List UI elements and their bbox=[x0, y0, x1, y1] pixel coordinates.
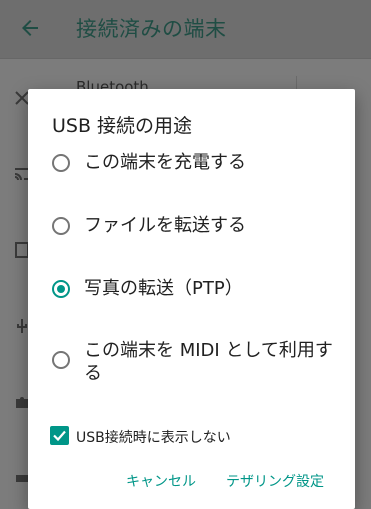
check-icon bbox=[53, 430, 66, 442]
usb-usage-dialog: USB 接続の用途 この端末を充電する ファイルを転送する 写真の転送（PTP）… bbox=[28, 89, 355, 509]
option-ptp[interactable]: 写真の転送（PTP） bbox=[52, 277, 342, 301]
option-midi-label: この端末を MIDI として利用する bbox=[84, 340, 333, 384]
option-file-transfer[interactable]: ファイルを転送する bbox=[52, 214, 342, 238]
option-ptp-label: 写真の転送（PTP） bbox=[84, 278, 243, 299]
dont-show-checkbox[interactable] bbox=[50, 426, 69, 445]
dont-show-checkbox-row[interactable]: USB接続時に表示しない bbox=[50, 425, 300, 447]
back-arrow-icon[interactable] bbox=[18, 16, 42, 40]
option-charge-label: この端末を充電する bbox=[84, 152, 246, 173]
radio-midi[interactable] bbox=[52, 351, 70, 369]
app-title: 接続済みの端末 bbox=[76, 17, 227, 41]
cancel-button[interactable]: キャンセル bbox=[126, 471, 196, 491]
option-charge[interactable]: この端末を充電する bbox=[52, 151, 342, 175]
tethering-settings-button[interactable]: テザリング設定 bbox=[226, 471, 324, 491]
radio-file-transfer[interactable] bbox=[52, 217, 70, 235]
dialog-title: USB 接続の用途 bbox=[52, 115, 193, 137]
radio-ptp[interactable] bbox=[52, 280, 70, 298]
radio-charge[interactable] bbox=[52, 154, 70, 172]
option-midi[interactable]: この端末を MIDI として利用する bbox=[52, 339, 342, 385]
option-file-transfer-label: ファイルを転送する bbox=[84, 215, 246, 236]
app-bar: 接続済みの端末 bbox=[0, 0, 371, 59]
dont-show-checkbox-label: USB接続時に表示しない bbox=[76, 430, 231, 446]
